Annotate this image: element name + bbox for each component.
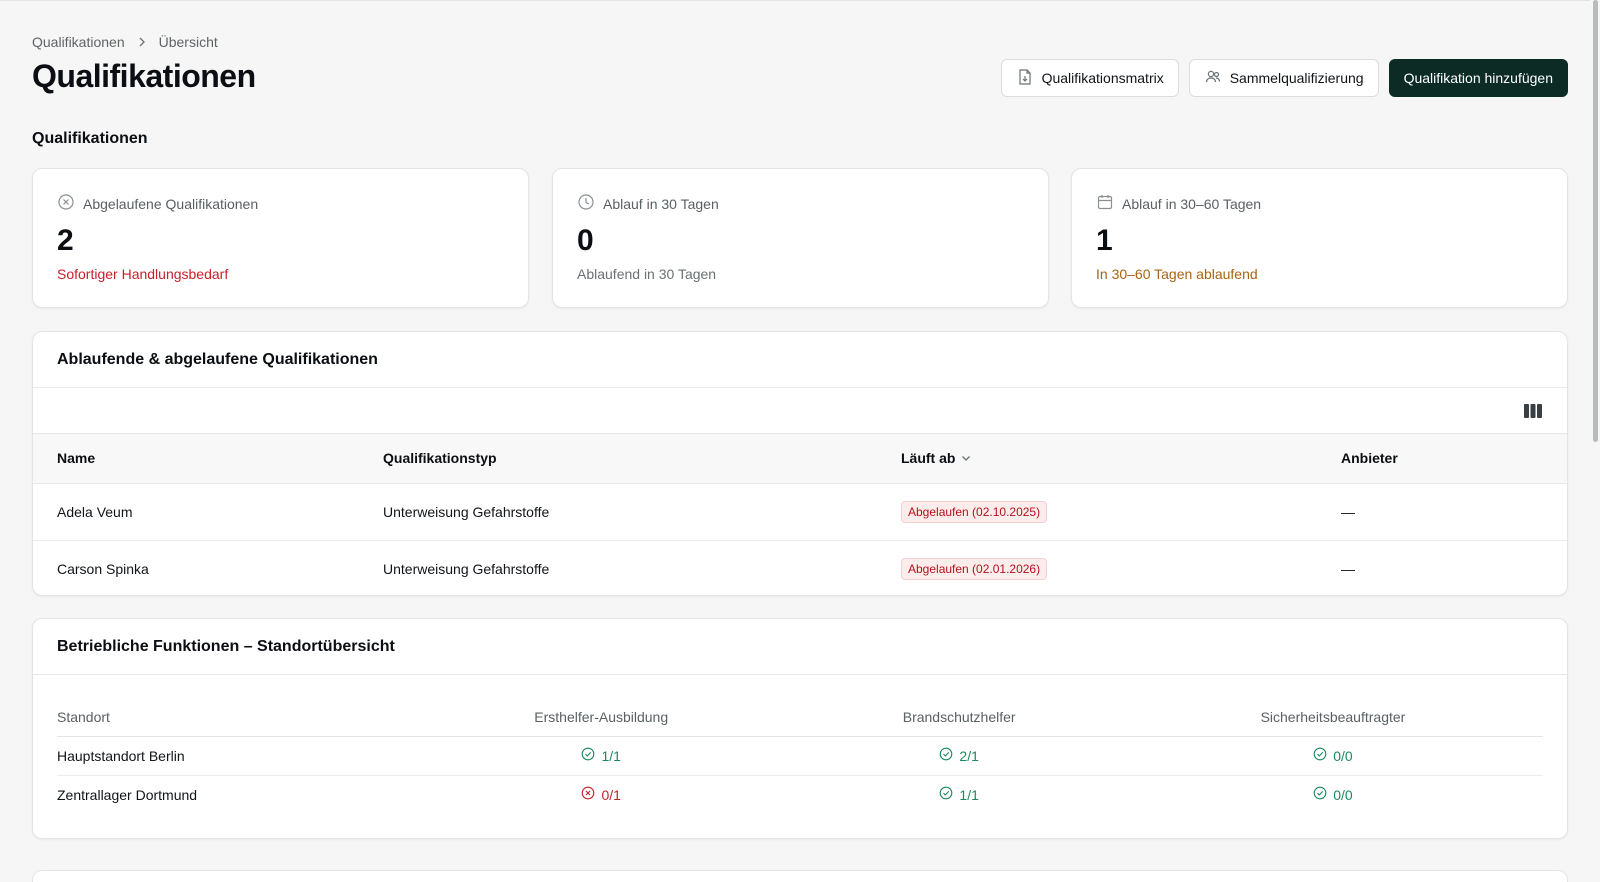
- expiring-table: Name Qualifikationstyp Läuft ab Anbieter…: [33, 434, 1567, 595]
- stat-subtitle: In 30–60 Tagen ablaufend: [1096, 266, 1258, 282]
- scrollbar[interactable]: [1590, 0, 1600, 882]
- chevron-right-icon: [137, 37, 147, 47]
- cell-type: Unterweisung Gefahrstoffe: [383, 560, 550, 577]
- cell-provider: —: [1341, 560, 1355, 577]
- columns-icon[interactable]: [1523, 402, 1543, 420]
- users-icon: [1204, 68, 1222, 89]
- column-header-name[interactable]: Name: [33, 434, 383, 484]
- panel-title: Betriebliche Funktionen – Standortübersi…: [33, 619, 1567, 675]
- breadcrumb-link-qualifikationen[interactable]: Qualifikationen: [32, 34, 125, 50]
- cell-first-aid: 0/1: [407, 775, 795, 814]
- cell-site: Hauptstandort Berlin: [57, 736, 407, 776]
- table-row: Zentrallager Dortmund 0/1 1/1 0/0: [57, 775, 1543, 814]
- column-header-site: Standort: [57, 699, 407, 737]
- page-title: Qualifikationen: [32, 58, 256, 94]
- panel-title: Ablaufende & abgelaufene Qualifikationen: [33, 332, 1567, 388]
- column-header-type[interactable]: Qualifikationstyp: [383, 434, 901, 484]
- stat-title: Ablauf in 30 Tagen: [603, 195, 719, 212]
- table-header-row: Standort Ersthelfer-Ausbildung Brandschu…: [57, 699, 1543, 737]
- column-header-safety-officer: Sicherheitsbeauftragter: [1122, 699, 1543, 737]
- x-circle-icon: [57, 193, 75, 214]
- column-header-expires-label: Läuft ab: [901, 450, 956, 467]
- table-header-row: Name Qualifikationstyp Läuft ab Anbieter: [33, 434, 1567, 484]
- x-circle-icon: [581, 786, 595, 803]
- ratio-value: 0/0: [1333, 786, 1353, 803]
- table-row[interactable]: Carson Spinka Unterweisung Gefahrstoffe …: [33, 540, 1567, 595]
- stat-card-expiring-30-60: Ablauf in 30–60 Tagen 1 In 30–60 Tagen a…: [1071, 168, 1568, 308]
- cell-name: Adela Veum: [33, 483, 383, 541]
- bulk-qualification-label: Sammelqualifizierung: [1229, 70, 1364, 86]
- scrollbar-thumb[interactable]: [1593, 0, 1598, 442]
- bulk-qualification-button[interactable]: Sammelqualifizierung: [1188, 59, 1379, 97]
- status-badge: Abgelaufen (02.01.2026): [901, 557, 1048, 580]
- check-circle-icon: [581, 747, 595, 764]
- clock-icon: [577, 193, 595, 214]
- ratio-value: 0/1: [601, 786, 621, 803]
- stat-subtitle: Sofortiger Handlungsbedarf: [57, 266, 229, 282]
- stat-card-expired: Abgelaufene Qualifikationen 2 Sofortiger…: [32, 168, 529, 308]
- breadcrumb: Qualifikationen Übersicht: [32, 34, 218, 50]
- stat-value: 0: [577, 224, 594, 257]
- check-circle-icon: [1313, 786, 1327, 803]
- ratio-value: 2/1: [959, 747, 979, 764]
- cell-fire-safety: 1/1: [795, 775, 1122, 814]
- table-toolbar: [33, 388, 1567, 434]
- top-border: [0, 0, 1600, 1]
- cell-provider: —: [1341, 483, 1567, 541]
- check-circle-icon: [1313, 747, 1327, 764]
- qualification-matrix-label: Qualifikationsmatrix: [1041, 70, 1164, 86]
- stat-title: Ablauf in 30–60 Tagen: [1122, 195, 1262, 212]
- column-header-expires[interactable]: Läuft ab: [901, 434, 1341, 484]
- ratio-value: 0/0: [1333, 747, 1353, 764]
- table-row[interactable]: Adela Veum Unterweisung Gefahrstoffe Abg…: [33, 483, 1567, 541]
- cell-safety-officer: 0/0: [1123, 775, 1543, 814]
- next-panel-partial: [32, 870, 1568, 882]
- section-heading: Qualifikationen: [32, 130, 148, 147]
- check-circle-icon: [939, 747, 953, 764]
- site-functions-table: Standort Ersthelfer-Ausbildung Brandschu…: [57, 699, 1543, 814]
- column-header-first-aid: Ersthelfer-Ausbildung: [407, 699, 796, 737]
- ratio-value: 1/1: [959, 786, 979, 803]
- expiring-qualifications-panel: Ablaufende & abgelaufene Qualifikationen…: [32, 331, 1568, 596]
- cell-safety-officer: 0/0: [1122, 736, 1543, 776]
- site-functions-panel: Betriebliche Funktionen – Standortübersi…: [32, 618, 1568, 839]
- cell-name: Carson Spinka: [57, 560, 149, 577]
- cell-fire-safety: 2/1: [795, 736, 1123, 776]
- stat-card-expiring-30: Ablauf in 30 Tagen 0 Ablaufend in 30 Tag…: [552, 168, 1049, 308]
- table-row: Hauptstandort Berlin 1/1 2/1 0/0: [57, 736, 1543, 776]
- cell-type: Unterweisung Gefahrstoffe: [383, 483, 901, 541]
- qualification-matrix-button[interactable]: Qualifikationsmatrix: [1000, 59, 1179, 97]
- column-header-provider[interactable]: Anbieter: [1341, 434, 1567, 484]
- calendar-icon: [1096, 193, 1114, 214]
- file-download-icon: [1016, 68, 1034, 89]
- header-actions: Qualifikationsmatrix Sammelqualifizierun…: [1000, 59, 1568, 97]
- status-badge: Abgelaufen (02.10.2025): [901, 500, 1048, 523]
- cell-site: Zentrallager Dortmund: [57, 786, 198, 803]
- cell-expires: Abgelaufen (02.10.2025): [901, 483, 1341, 541]
- stat-value: 1: [1096, 224, 1113, 257]
- ratio-value: 1/1: [601, 747, 621, 764]
- breadcrumb-current: Übersicht: [158, 34, 218, 50]
- chevron-down-icon: [961, 450, 971, 466]
- column-header-fire-safety: Brandschutzhelfer: [795, 699, 1123, 737]
- cell-expires: Abgelaufen (02.01.2026): [901, 540, 1341, 595]
- check-circle-icon: [939, 786, 953, 803]
- add-qualification-button[interactable]: Qualifikation hinzufügen: [1388, 59, 1568, 97]
- stat-title: Abgelaufene Qualifikationen: [83, 195, 259, 212]
- stat-value: 2: [57, 224, 74, 257]
- stat-subtitle: Ablaufend in 30 Tagen: [577, 266, 717, 282]
- cell-first-aid: 1/1: [407, 736, 796, 776]
